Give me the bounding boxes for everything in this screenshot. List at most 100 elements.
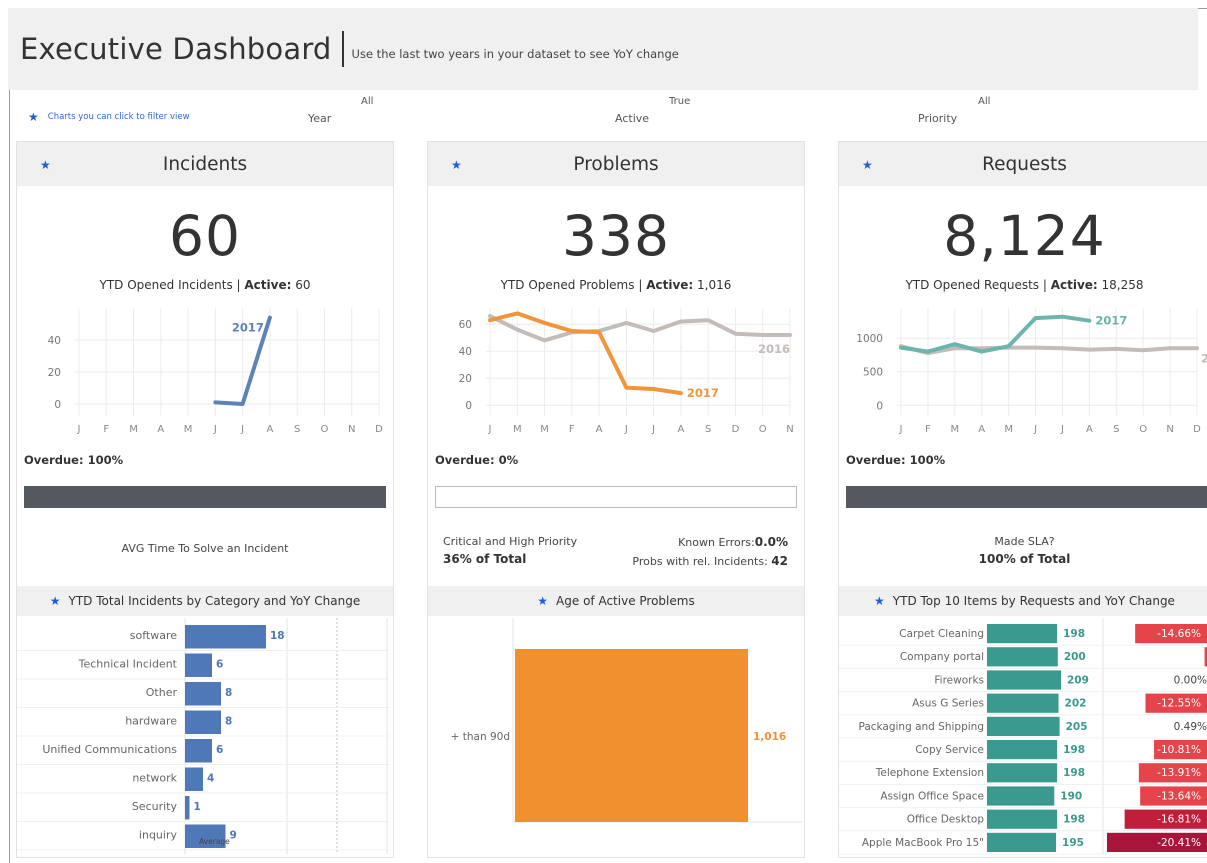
item-value: 198 bbox=[1063, 814, 1085, 826]
year-filter-label: Year bbox=[308, 112, 332, 125]
series-label-2017: 2017 bbox=[232, 321, 264, 335]
title-separator bbox=[341, 31, 344, 67]
age-problems-header: ★ Age of Active Problems bbox=[428, 586, 804, 616]
incidents-overdue-label: Overdue: bbox=[24, 453, 84, 467]
star-icon: ★ bbox=[874, 594, 885, 608]
item-value: 202 bbox=[1065, 698, 1087, 710]
incidents-overdue-value: 100% bbox=[83, 453, 124, 467]
y-tick-label: 1000 bbox=[856, 333, 883, 345]
x-tick-label: A bbox=[1086, 424, 1093, 435]
incidents-category-chart[interactable]: software 18Technical Incident 6Other 8hardw… bbox=[17, 618, 393, 858]
incidents-trend-chart[interactable]: J F M A M J J A S O N D 0 20 40 2017 bbox=[17, 302, 393, 442]
age-problems-chart[interactable]: + than 90d 1,016 bbox=[428, 618, 804, 858]
item-bar bbox=[987, 786, 1055, 806]
x-tick-label: J bbox=[240, 424, 244, 435]
problems-header: ★ Problems bbox=[428, 142, 804, 186]
problems-overdue: Overdue: 0% bbox=[435, 453, 518, 467]
x-tick-label: D bbox=[1193, 424, 1201, 435]
x-tick-label: M bbox=[1004, 424, 1013, 435]
item-bar bbox=[987, 647, 1058, 667]
requests-trend-chart[interactable]: J F M A M J J A S O N D 0 500 1000 2016 2017 bbox=[839, 302, 1207, 442]
x-tick-label: N bbox=[1166, 424, 1173, 435]
age-value-label: 1,016 bbox=[753, 731, 786, 743]
yoy-value: 0.49% bbox=[1174, 721, 1207, 733]
x-tick-label: A bbox=[157, 424, 164, 435]
item-bar bbox=[987, 670, 1061, 690]
series-label-2016: 2016 bbox=[758, 342, 790, 356]
top10-header: ★ YTD Top 10 Items by Requests and YoY C… bbox=[839, 586, 1207, 616]
requests-header: ★ Requests bbox=[839, 142, 1207, 186]
rel-incidents-value: 42 bbox=[771, 554, 788, 568]
page-title: Executive Dashboard bbox=[20, 32, 332, 66]
incidents-panel: ★ Incidents 60 YTD Opened Incidents | Ac… bbox=[16, 141, 394, 858]
problems-panel: ★ Problems 338 YTD Opened Problems | Act… bbox=[427, 141, 805, 858]
item-bar bbox=[987, 693, 1059, 713]
year-filter-value[interactable]: All bbox=[361, 96, 373, 107]
requests-title: Requests bbox=[982, 153, 1067, 175]
active-filter-label: Active bbox=[615, 112, 650, 125]
average-label: Average bbox=[199, 837, 230, 846]
category-bar bbox=[185, 625, 266, 649]
item-label: Telephone Extension bbox=[875, 767, 984, 779]
category-value: 6 bbox=[216, 659, 223, 671]
active-filter-value[interactable]: True bbox=[669, 96, 690, 107]
problems-overdue-label: Overdue: bbox=[435, 453, 495, 467]
incidents-count: 60 bbox=[169, 204, 241, 268]
priority-filter-value[interactable]: All bbox=[978, 96, 990, 107]
requests-overdue-value: 100% bbox=[905, 453, 946, 467]
series-label-2017: 2017 bbox=[687, 386, 719, 400]
incidents-active-label: Active: bbox=[244, 278, 292, 292]
yoy-value: -10.81% bbox=[1157, 744, 1201, 756]
yoy-value: -16.81% bbox=[1157, 814, 1201, 826]
star-icon: ★ bbox=[49, 594, 61, 608]
category-bar bbox=[185, 767, 203, 791]
item-label: Assign Office Space bbox=[880, 790, 984, 802]
category-bar bbox=[185, 682, 221, 706]
x-tick-label: F bbox=[103, 424, 109, 435]
series-label-2016: 2016 bbox=[1201, 351, 1207, 365]
x-tick-label: J bbox=[1060, 424, 1064, 435]
category-label: network bbox=[132, 772, 177, 785]
incidents-title: Incidents bbox=[162, 153, 248, 175]
item-value: 205 bbox=[1066, 721, 1088, 733]
x-tick-label: M bbox=[540, 424, 549, 435]
yoy-value: -14.66% bbox=[1157, 628, 1201, 640]
x-tick-label: N bbox=[348, 424, 355, 435]
x-tick-label: A bbox=[978, 424, 985, 435]
category-label: Other bbox=[146, 686, 178, 699]
category-value: 1 bbox=[194, 801, 201, 813]
x-tick-label: J bbox=[651, 424, 655, 435]
incidents-overdue-bar bbox=[24, 486, 386, 508]
top10-requests-chart[interactable]: Carpet Cleaning 198 -14.66% Company portal 2… bbox=[839, 618, 1207, 858]
filter-bar: ★ Charts you can click to filter view Ye… bbox=[8, 90, 1198, 134]
category-value: 4 bbox=[207, 773, 214, 785]
requests-overdue: Overdue: 100% bbox=[846, 453, 945, 467]
star-icon: ★ bbox=[862, 158, 873, 172]
yoy-value: -13.64% bbox=[1157, 790, 1201, 802]
x-tick-label: A bbox=[596, 424, 603, 435]
x-tick-label: O bbox=[1139, 424, 1147, 435]
rel-incidents: Probs with rel. Incidents: 42 bbox=[632, 554, 788, 568]
item-value: 195 bbox=[1062, 837, 1084, 849]
incidents-active-value: 60 bbox=[291, 278, 311, 292]
x-tick-label: N bbox=[786, 424, 793, 435]
category-bar bbox=[185, 796, 190, 820]
yoy-value: 0.00% bbox=[1174, 674, 1207, 686]
age-bar bbox=[515, 649, 748, 822]
problems-trend-chart[interactable]: J M M F A J J A S D O N 0 20 40 60 2016 2017 bbox=[428, 302, 804, 442]
y-tick-label: 40 bbox=[459, 346, 472, 358]
category-value: 9 bbox=[230, 830, 237, 842]
critical-priority-value: 36% of Total bbox=[443, 552, 527, 566]
problems-overdue-bar bbox=[435, 486, 797, 508]
item-value: 190 bbox=[1060, 790, 1082, 802]
x-tick-label: O bbox=[321, 424, 329, 435]
series-label-2017: 2017 bbox=[1095, 314, 1127, 328]
item-bar bbox=[987, 716, 1060, 736]
category-value: 8 bbox=[225, 687, 232, 699]
x-tick-label: J bbox=[1033, 424, 1037, 435]
known-errors: Known Errors:0.0% bbox=[678, 535, 788, 549]
incidents-header: ★ Incidents bbox=[17, 142, 393, 186]
problems-active-label: Active: bbox=[646, 278, 694, 292]
problems-title: Problems bbox=[573, 153, 659, 175]
category-label: hardware bbox=[125, 715, 177, 728]
